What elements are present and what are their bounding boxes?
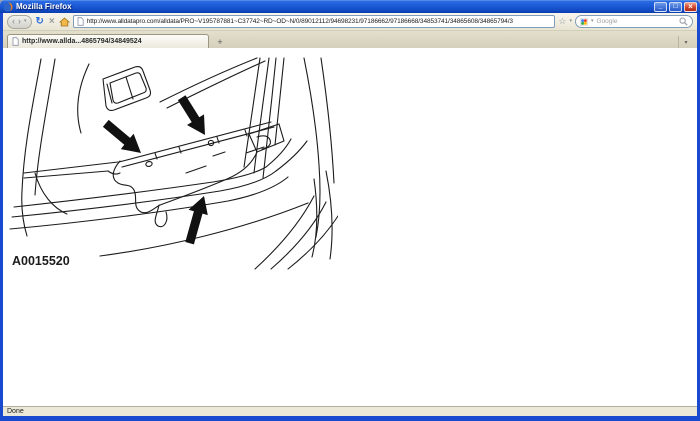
tab-bar: http://www.allda...4865794/34849524 + ▾ xyxy=(3,31,697,48)
callout-arrow-top xyxy=(177,95,205,135)
url-text[interactable]: http://www.alldatapro.com/alldata/PRO~V1… xyxy=(87,18,513,25)
search-box[interactable]: ▾ Google xyxy=(575,15,693,28)
search-magnifier-icon[interactable] xyxy=(679,17,688,26)
switch-edge xyxy=(106,83,113,104)
tab-active[interactable]: http://www.allda...4865794/34849524 xyxy=(7,34,209,48)
firefox-window: Mozilla Firefox _ □ × ‹ › ▾ ↻ × http://w… xyxy=(0,0,700,421)
list-all-tabs-button[interactable]: ▾ xyxy=(678,36,693,48)
tab-title: http://www.allda...4865794/34849524 xyxy=(22,38,142,45)
bookmark-dropdown-caret-icon[interactable]: ▾ xyxy=(569,19,572,24)
search-input[interactable]: Google xyxy=(597,18,676,25)
pillar-line xyxy=(274,57,285,146)
switch-divider xyxy=(125,76,134,100)
panel-hanging-loop xyxy=(154,204,168,228)
minimize-button[interactable]: _ xyxy=(654,1,667,12)
quarter-panel-line xyxy=(320,57,335,184)
door-edge-line xyxy=(34,172,68,215)
back-button[interactable]: ‹ xyxy=(12,17,15,26)
callout-arrow-bottom xyxy=(185,196,208,245)
window-title: Mozilla Firefox xyxy=(16,2,72,11)
reload-button[interactable]: ↻ xyxy=(35,16,45,27)
rocker-curl xyxy=(275,140,308,172)
quarter-panel-sweep xyxy=(270,201,327,270)
tab-page-icon xyxy=(12,37,19,46)
switch-bezel-inner xyxy=(109,72,147,104)
fender-sweep xyxy=(325,170,333,260)
door-inner-curve xyxy=(77,63,90,134)
firefox-icon xyxy=(3,1,13,12)
stop-button[interactable]: × xyxy=(48,16,56,27)
callout-arrow-left xyxy=(102,119,141,153)
navigation-toolbar: ‹ › ▾ ↻ × http://www.alldatapro.com/alld… xyxy=(3,13,697,31)
close-button[interactable]: × xyxy=(684,1,697,12)
status-bar: Done xyxy=(3,406,697,416)
quarter-panel-sweep xyxy=(254,195,315,270)
panel-crease xyxy=(185,165,207,174)
fender-sweep xyxy=(311,178,318,258)
figure-label: A0015520 xyxy=(12,254,70,268)
page-icon xyxy=(77,17,84,26)
bookmark-star-icon[interactable]: ☆ xyxy=(558,17,566,26)
panel-crease xyxy=(212,151,226,157)
page-content: A0015520 xyxy=(3,48,697,406)
pillar-line xyxy=(253,57,270,174)
search-engine-caret-icon[interactable]: ▾ xyxy=(591,19,594,24)
history-dropdown-caret-icon[interactable]: ▾ xyxy=(24,19,27,24)
window-frame: ‹ › ▾ ↻ × http://www.alldatapro.com/alld… xyxy=(0,13,700,421)
maximize-button[interactable]: □ xyxy=(669,1,682,12)
google-icon xyxy=(580,17,588,26)
door-sill-diagram: A0015520 xyxy=(9,57,338,270)
forward-button[interactable]: › xyxy=(18,17,21,26)
status-text: Done xyxy=(7,408,24,415)
home-button[interactable] xyxy=(58,16,70,27)
back-forward-group: ‹ › ▾ xyxy=(7,14,32,29)
url-bar[interactable]: http://www.alldatapro.com/alldata/PRO~V1… xyxy=(72,15,556,28)
door-edge-line xyxy=(34,58,56,196)
new-tab-button[interactable]: + xyxy=(212,36,228,48)
switch-bezel xyxy=(102,65,152,112)
clip-hole xyxy=(145,160,153,168)
title-bar[interactable]: Mozilla Firefox _ □ × xyxy=(0,0,700,13)
door-edge-line xyxy=(21,58,42,237)
door-frame-line xyxy=(159,57,258,103)
